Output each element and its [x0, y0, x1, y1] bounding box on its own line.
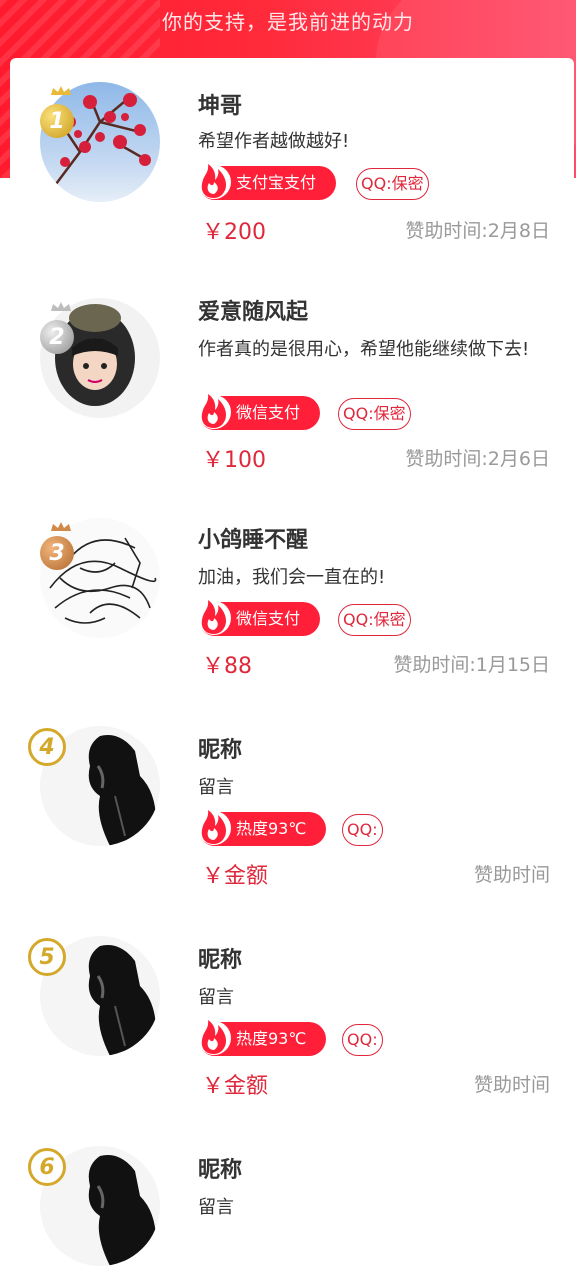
qq-tag: QQ:保密 [356, 168, 429, 200]
sponsor-name: 坤哥 [198, 94, 243, 119]
avatar[interactable] [40, 298, 160, 418]
amount: ￥金额 [202, 864, 269, 889]
crown-icon [51, 302, 71, 311]
sponsor-name: 爱意随风起 [198, 300, 309, 325]
qq-tag: QQ:保密 [338, 604, 411, 636]
sponsor-message: 留言 [198, 777, 234, 798]
sponsor-message: 加油，我们会一直在的! [198, 567, 386, 588]
rank-badge: 3 [40, 536, 74, 570]
payment-tag: 微信支付 [197, 600, 321, 636]
payment-tag: 热度93℃ [197, 1020, 327, 1056]
sponsor-time: 赞助时间:2月6日 [405, 448, 550, 470]
rank-badge: 2 [40, 320, 74, 354]
crown-icon [51, 86, 71, 95]
flame-icon [197, 1020, 231, 1055]
page-title: 你的支持，是我前进的动力 [162, 10, 414, 34]
qq-tag: QQ:保密 [338, 398, 411, 430]
rank-badge: 4 [28, 728, 66, 766]
payment-label: 支付宝支付 [236, 173, 317, 192]
flame-icon [197, 810, 231, 845]
heat-label: 热度93℃ [236, 819, 307, 838]
sponsor-message: 留言 [198, 987, 234, 1008]
crown-icon [51, 522, 71, 531]
sponsor-name: 小鸽睡不醒 [198, 528, 309, 553]
rank-badge: 1 [40, 104, 74, 138]
sponsor-time: 赞助时间 [473, 1074, 550, 1096]
rank-badge: 6 [28, 1148, 66, 1186]
payment-tag: 支付宝支付 [197, 164, 337, 200]
payment-tag: 热度93℃ [197, 810, 327, 846]
amount: ￥200 [202, 220, 266, 245]
amount: ￥100 [202, 448, 266, 473]
flame-icon [197, 164, 231, 199]
sponsor-name: 昵称 [198, 738, 243, 763]
avatar-image [55, 304, 135, 406]
qq-tag: QQ: [342, 814, 383, 846]
sponsor-message: 留言 [198, 1197, 234, 1218]
avatar-image [49, 93, 151, 193]
avatar[interactable] [40, 82, 160, 202]
sponsor-list: 1 坤哥 希望作者越做越好! 支付宝支付 QQ:保密 ￥200 赞助时间:2月8… [10, 58, 574, 1266]
payment-label: 微信支付 [236, 403, 301, 422]
sponsor-time: 赞助时间:1月15日 [393, 654, 550, 676]
payment-label: 微信支付 [236, 609, 301, 628]
amount: ￥金额 [202, 1074, 269, 1099]
sponsor-message: 作者真的是很用心，希望他能继续做下去! [198, 339, 530, 360]
payment-tag: 微信支付 [197, 394, 321, 430]
sponsor-name: 昵称 [198, 948, 243, 973]
heat-label: 热度93℃ [236, 1029, 307, 1048]
qq-tag: QQ: [342, 1024, 383, 1056]
flame-icon [197, 600, 231, 635]
sponsor-message: 希望作者越做越好! [198, 131, 350, 152]
flame-icon [197, 394, 231, 429]
sponsor-time: 赞助时间 [473, 864, 550, 886]
sponsor-name: 昵称 [198, 1158, 243, 1183]
rank-badge: 5 [28, 938, 66, 976]
sponsor-time: 赞助时间:2月8日 [405, 220, 550, 242]
amount: ￥88 [202, 654, 252, 679]
